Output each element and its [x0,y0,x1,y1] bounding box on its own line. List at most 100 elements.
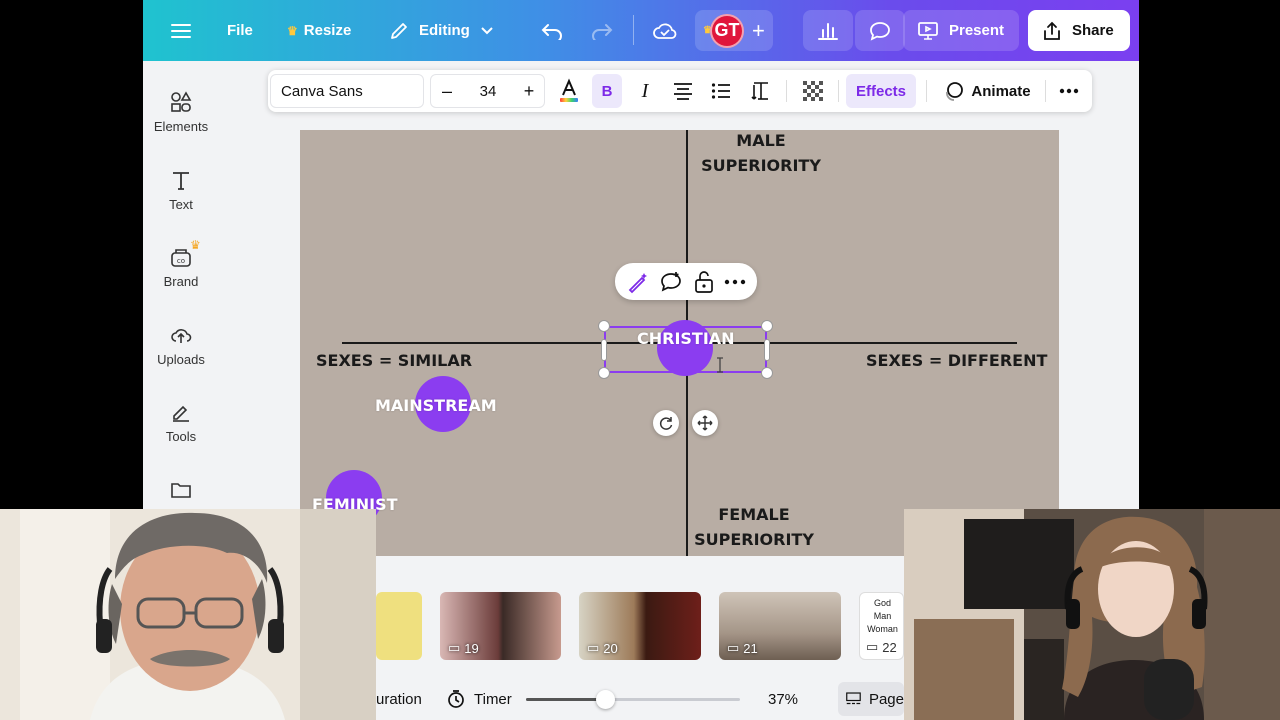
screen: File ♛ Resize Editing ♛ GT + Present Sha… [0,0,1280,720]
folder-icon [171,483,191,498]
top-label-line1: MALE [736,131,786,150]
insights-button[interactable] [803,10,853,51]
add-collaborator-icon[interactable]: + [752,18,765,44]
increase-font-size-button[interactable]: + [516,70,542,112]
resize-handle-right[interactable] [764,339,770,361]
avatar-initials: GT [714,20,740,40]
toolbar-divider [838,80,839,102]
zoom-slider-thumb[interactable] [596,690,615,709]
avatar[interactable]: GT [709,13,744,48]
present-button[interactable]: Present [903,10,1019,51]
pages-label: Page [868,690,904,708]
brand-icon: co [171,249,191,267]
list-button[interactable] [706,70,736,112]
sidebar-item-label: Brand [163,274,199,289]
page-number: ▭ 22 [866,639,897,655]
magic-edit-icon[interactable] [626,270,650,294]
page-thumbnail[interactable]: ▭ 19 [440,592,561,660]
bottom-axis-label[interactable]: FEMALE SUPERIORITY [684,502,824,552]
more-horizontal-icon [1059,88,1079,94]
pages-view-button[interactable]: Page [838,682,904,716]
mainstream-label[interactable]: MAINSTREAM [375,396,497,415]
rotate-icon [659,417,673,430]
page-thumbnail[interactable] [376,592,422,660]
share-button[interactable]: Share [1028,10,1130,51]
page-thumbnail[interactable]: ▭ 21 [719,592,841,660]
lock-icon[interactable] [693,270,715,294]
timer-button[interactable]: Timer [446,678,512,720]
zoom-value: 37% [768,690,799,708]
sidebar-item-text[interactable]: Text [143,169,219,239]
top-axis-label[interactable]: MALE SUPERIORITY [688,130,834,178]
bold-button[interactable]: B [592,74,622,108]
font-family-select[interactable]: Canva Sans [270,74,424,108]
duration-label: uration [376,690,422,708]
rotate-handle[interactable] [653,410,679,436]
comment-add-icon[interactable] [659,270,683,294]
transparency-icon [803,81,823,101]
font-size-input[interactable]: 34 [470,70,506,112]
thumbnail-text-line: Woman [867,624,898,634]
toolbar-divider [786,80,787,102]
decrease-font-size-button[interactable]: – [434,70,460,112]
page-thumbnail[interactable]: ▭ 20 [579,592,701,660]
resize-label: Resize [303,22,352,39]
duration-button[interactable]: uration [376,678,422,720]
crown-icon: ♛ [190,238,201,252]
effects-button[interactable]: Effects [846,74,916,108]
page-thumbnails-strip: ▭ 19 ▭ 20 ▭ 21 God Man Woman ▭ 22 [376,582,904,672]
present-icon [918,21,938,40]
resize-handle-left[interactable] [601,339,607,361]
text-toolbar: Canva Sans – 34 + B I Effects Animate [268,70,1092,112]
comments-button[interactable] [855,10,905,51]
comment-icon [870,21,890,41]
resize-button[interactable]: ♛ Resize [287,10,351,51]
undo-button[interactable] [541,10,563,51]
collaborators-group[interactable]: ♛ GT + [695,10,773,51]
transparency-button[interactable] [798,70,828,112]
webcam-feed-right [904,509,1280,720]
more-options-button[interactable] [1054,70,1084,112]
present-icon: ▭ [727,640,740,655]
sidebar-item-label: Elements [153,119,209,134]
bottom-bar: uration Timer 37% Page [376,678,904,720]
left-axis-label[interactable]: SEXES = SIMILAR [316,348,472,373]
text-color-button[interactable] [554,70,584,112]
resize-handle-top-left[interactable] [598,320,610,332]
pages-grid-icon [846,692,861,705]
sidebar-item-uploads[interactable]: Uploads [143,324,219,394]
zoom-level[interactable]: 37% [768,678,798,720]
zoom-slider[interactable] [526,690,740,709]
bar-chart-icon [818,22,838,40]
file-menu[interactable]: File [227,10,253,51]
align-button[interactable] [668,70,698,112]
hamburger-icon [171,23,191,38]
sidebar-item-tools[interactable]: Tools [143,401,219,471]
redo-button[interactable] [591,10,613,51]
text-cursor-icon [717,357,723,373]
top-bar: File ♛ Resize Editing ♛ GT + Present Sha… [143,0,1139,61]
zoom-slider-fill [526,698,605,701]
italic-label: I [641,79,649,102]
save-status-button[interactable] [653,10,677,51]
menu-button[interactable] [171,10,191,51]
spacing-button[interactable] [746,70,776,112]
sidebar-item-label: Text [169,197,193,212]
move-handle[interactable] [692,410,718,436]
animate-button[interactable]: Animate [936,70,1038,112]
bottom-label-line2: SUPERIORITY [694,530,814,549]
editing-mode-button[interactable]: Editing [389,10,494,51]
resize-handle-top-right[interactable] [761,320,773,332]
selection-box [604,326,767,373]
resize-handle-bottom-right[interactable] [761,367,773,379]
page-thumbnail[interactable]: God Man Woman ▭ 22 [859,592,904,660]
present-icon: ▭ [448,640,461,655]
spacing-icon [751,82,768,100]
sidebar-item-brand[interactable]: ♛ co Brand [143,238,219,316]
animate-icon [946,82,964,101]
resize-handle-bottom-left[interactable] [598,367,610,379]
italic-button[interactable]: I [630,70,660,112]
more-horizontal-icon[interactable] [724,279,746,285]
text-color-icon [560,78,578,102]
right-axis-label[interactable]: SEXES = DIFFERENT [866,348,1047,373]
